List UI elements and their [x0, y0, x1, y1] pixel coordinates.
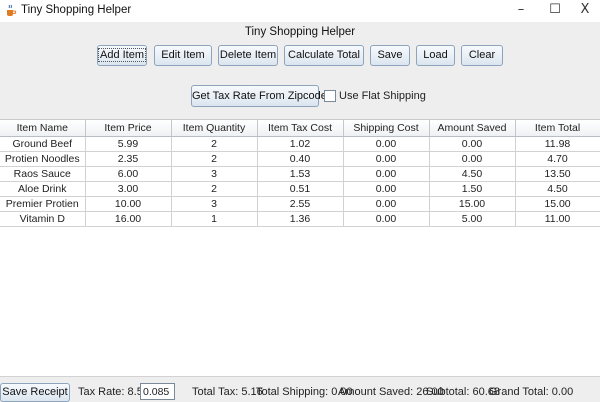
table-cell: 2	[171, 151, 258, 167]
column-header[interactable]: Item Name	[0, 120, 86, 137]
table-cell: 4.50	[515, 181, 600, 197]
maximize-button[interactable]: ☐	[538, 0, 572, 22]
table-cell: 15.00	[429, 196, 516, 212]
footer-bar: Save Receipt Tax Rate: 8.5% Total Tax: 5…	[0, 376, 600, 402]
close-button[interactable]: X	[568, 0, 600, 22]
title-bar: Tiny Shopping Helper – ☐ X	[0, 0, 600, 22]
table-cell: 1.50	[429, 181, 516, 197]
table-cell: 13.50	[515, 166, 600, 182]
table-cell: 2	[171, 181, 258, 197]
table-cell: 0.00	[429, 151, 516, 167]
window-title: Tiny Shopping Helper	[21, 4, 132, 16]
table-cell: 2.55	[257, 196, 344, 212]
column-header[interactable]: Item Quantity	[171, 120, 258, 137]
column-header[interactable]: Item Total	[515, 120, 600, 137]
column-header[interactable]: Amount Saved	[429, 120, 516, 137]
flat-shipping-label: Use Flat Shipping	[339, 90, 426, 102]
table-cell: 2	[171, 136, 258, 152]
table-cell: 0.40	[257, 151, 344, 167]
column-header[interactable]: Item Tax Cost	[257, 120, 344, 137]
load-button[interactable]: Load	[416, 45, 455, 66]
table-cell: Ground Beef	[0, 136, 86, 152]
table-cell: Vitamin D	[0, 211, 86, 227]
table-row[interactable]: Protien Noodles 2.35 2 0.40 0.00 0.00 4.70	[0, 151, 600, 167]
add-item-button[interactable]: Add Item	[97, 45, 147, 66]
tax-rate-input[interactable]	[140, 383, 175, 400]
table-cell: 3	[171, 196, 258, 212]
table-cell: 3.00	[85, 181, 172, 197]
table-body: Ground Beef 5.99 2 1.02 0.00 0.00 11.98 Protien…	[0, 136, 600, 227]
delete-item-button[interactable]: Delete Item	[218, 45, 278, 66]
table-cell: 5.00	[429, 211, 516, 227]
table-cell: 3	[171, 166, 258, 182]
table-row[interactable]: Raos Sauce 6.00 3 1.53 0.00 4.50 13.50	[0, 166, 600, 182]
table-cell: 1	[171, 211, 258, 227]
column-header[interactable]: Item Price	[85, 120, 172, 137]
table-cell: Protien Noodles	[0, 151, 86, 167]
table-cell: 11.98	[515, 136, 600, 152]
items-table: Item Name Item Price Item Quantity Item Tax…	[0, 120, 600, 227]
table-cell: 6.00	[85, 166, 172, 182]
table-row[interactable]: Premier Protien 10.00 3 2.55 0.00 15.00 15.00	[0, 196, 600, 212]
table-cell: 0.00	[343, 166, 430, 182]
table-cell: Premier Protien	[0, 196, 86, 212]
table-cell: 1.36	[257, 211, 344, 227]
table-cell: 2.35	[85, 151, 172, 167]
table-cell: 0.00	[343, 181, 430, 197]
save-receipt-button[interactable]: Save Receipt	[0, 383, 70, 402]
minimize-button[interactable]: –	[504, 0, 538, 22]
table-header-row: Item Name Item Price Item Quantity Item Tax…	[0, 120, 600, 137]
table-cell: 4.50	[429, 166, 516, 182]
column-header[interactable]: Shipping Cost	[343, 120, 430, 137]
table-cell: 1.53	[257, 166, 344, 182]
add-item-label: Add Item	[97, 48, 147, 62]
table-cell: 16.00	[85, 211, 172, 227]
table-cell: 15.00	[515, 196, 600, 212]
grand-total: Grand Total: 0.00	[489, 386, 574, 398]
table-cell: 11.00	[515, 211, 600, 227]
table-cell: 0.00	[343, 211, 430, 227]
items-table-area[interactable]: Item Name Item Price Item Quantity Item Tax…	[0, 119, 600, 376]
table-cell: 0.00	[343, 196, 430, 212]
java-cup-icon	[7, 4, 17, 16]
table-cell: 4.70	[515, 151, 600, 167]
table-row[interactable]: Ground Beef 5.99 2 1.02 0.00 0.00 11.98	[0, 136, 600, 152]
table-row[interactable]: Vitamin D 16.00 1 1.36 0.00 5.00 11.00	[0, 211, 600, 227]
table-cell: 10.00	[85, 196, 172, 212]
table-cell: 0.51	[257, 181, 344, 197]
save-button[interactable]: Save	[370, 45, 410, 66]
table-cell: 0.00	[343, 136, 430, 152]
page-title: Tiny Shopping Helper	[244, 26, 356, 38]
total-tax: Total Tax: 5.16	[192, 386, 263, 398]
table-cell: 5.99	[85, 136, 172, 152]
clear-button[interactable]: Clear	[461, 45, 503, 66]
table-row[interactable]: Aloe Drink 3.00 2 0.51 0.00 1.50 4.50	[0, 181, 600, 197]
table-cell: Aloe Drink	[0, 181, 86, 197]
table-cell: 0.00	[343, 151, 430, 167]
table-cell: 0.00	[429, 136, 516, 152]
table-cell: Raos Sauce	[0, 166, 86, 182]
flat-shipping-checkbox[interactable]	[324, 90, 336, 102]
table-cell: 1.02	[257, 136, 344, 152]
get-tax-rate-button[interactable]: Get Tax Rate From Zipcode	[191, 85, 327, 107]
edit-item-button[interactable]: Edit Item	[154, 45, 212, 66]
calculate-total-button[interactable]: Calculate Total	[284, 45, 364, 66]
